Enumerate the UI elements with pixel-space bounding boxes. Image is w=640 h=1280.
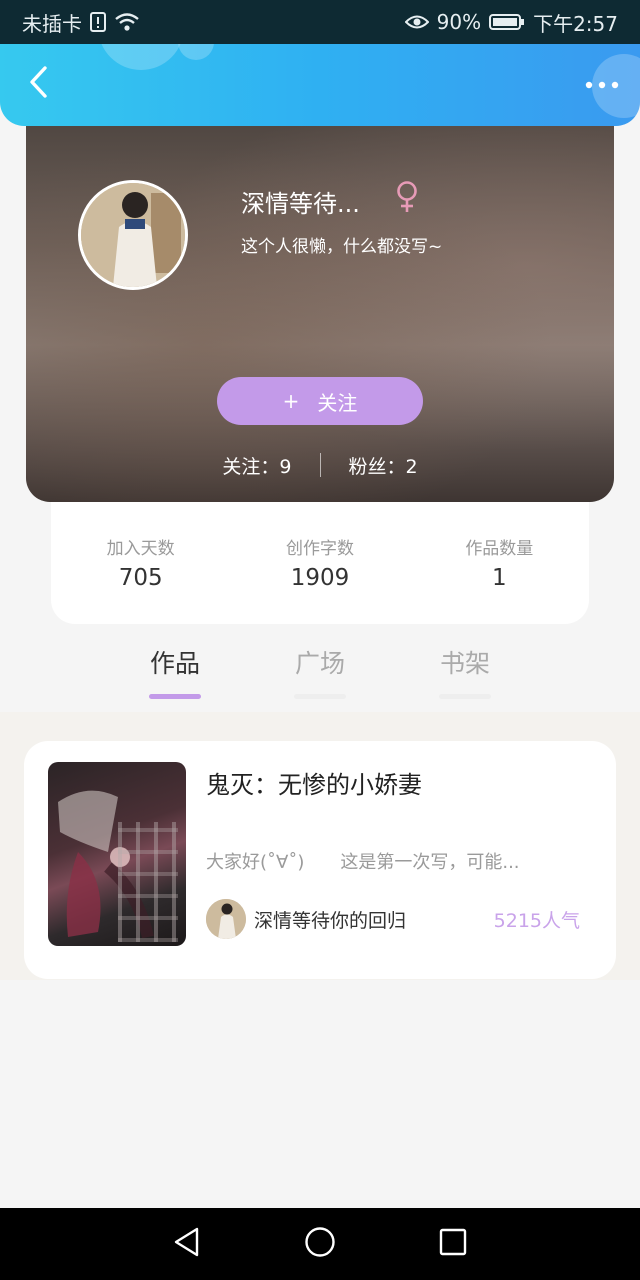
battery-icon — [489, 13, 525, 31]
avatar[interactable] — [78, 180, 188, 290]
bio: 这个人很懒，什么都没写~ — [241, 237, 443, 257]
stat-value: 705 — [118, 564, 163, 591]
clock: 下午2:57 — [533, 11, 618, 36]
popularity-count: 5215人气 — [493, 909, 580, 932]
nav-back-button[interactable] — [157, 1214, 217, 1274]
book-cover[interactable] — [48, 762, 186, 946]
stat-label: 创作字数 — [285, 538, 354, 559]
nav-home-button[interactable] — [290, 1214, 350, 1274]
triangle-back-icon — [172, 1226, 202, 1262]
cover-window-pattern — [118, 822, 178, 942]
stat-value: 1909 — [290, 564, 350, 591]
fans-count[interactable]: 粉丝：2 — [349, 452, 418, 479]
work-description: 大家好(˚∀˚) 这是第一次写，可能... — [206, 852, 520, 873]
tab-indicator — [294, 694, 346, 699]
circle-home-icon — [304, 1226, 336, 1262]
decor-bubble — [98, 44, 184, 70]
more-dots-icon — [585, 74, 619, 93]
follow-label: 关注 — [317, 390, 358, 415]
author-name: 深情等待你的回归 — [254, 909, 407, 932]
stat-works-count: 作品数量 1 — [429, 534, 569, 591]
tab-bookshelf[interactable]: 书架 — [425, 644, 505, 699]
stat-value: 1 — [491, 564, 507, 591]
stat-join-days: 加入天数 705 — [71, 534, 211, 591]
follow-button[interactable]: + 关注 — [217, 377, 423, 425]
work-title[interactable]: 鬼灭：无惨的小娇妻 — [206, 765, 422, 800]
profile-card: 深情等待... 这个人很懒，什么都没写~ + 关注 关注：9 粉丝：2 — [26, 110, 614, 502]
battery-percent: 90% — [436, 10, 482, 34]
divider — [319, 453, 321, 477]
following-count[interactable]: 关注：9 — [222, 452, 291, 479]
follow-counts: 关注：9 粉丝：2 — [26, 450, 614, 480]
stat-label: 作品数量 — [465, 538, 534, 559]
nav-recents-button[interactable] — [423, 1214, 483, 1274]
plus-icon: + — [282, 389, 300, 413]
status-bar: 未插卡 90% 下午2:57 — [0, 0, 640, 44]
wifi-icon — [114, 12, 140, 32]
tab-label: 书架 — [439, 649, 490, 678]
stat-label: 加入天数 — [106, 538, 175, 559]
tab-square[interactable]: 广场 — [280, 644, 360, 699]
eye-comfort-icon — [404, 13, 429, 31]
decor-bubble — [178, 44, 214, 60]
nickname: 深情等待... — [241, 190, 360, 218]
tab-indicator — [439, 694, 491, 699]
stat-word-count: 创作字数 1909 — [250, 534, 390, 591]
work-card[interactable]: 鬼灭：无惨的小娇妻 大家好(˚∀˚) 这是第一次写，可能... 深情等待你的回归… — [24, 741, 616, 979]
female-icon — [394, 180, 420, 218]
square-recents-icon — [438, 1227, 468, 1261]
author-avatar[interactable] — [206, 899, 246, 939]
stats-card: 加入天数 705 创作字数 1909 作品数量 1 — [51, 500, 589, 624]
tab-indicator — [149, 694, 201, 699]
tab-label: 作品 — [149, 649, 200, 678]
sim-alert-icon — [90, 12, 106, 32]
more-button[interactable] — [578, 68, 626, 98]
tab-bar: 作品 广场 书架 — [0, 636, 640, 712]
author-row: 深情等待你的回归 5215人气 — [206, 898, 580, 940]
top-header — [0, 44, 640, 126]
tab-label: 广场 — [294, 649, 345, 678]
chevron-left-icon — [27, 65, 49, 103]
back-button[interactable] — [18, 62, 58, 106]
carrier-text: 未插卡 — [22, 11, 82, 36]
tab-works[interactable]: 作品 — [135, 644, 215, 699]
system-nav-bar — [0, 1208, 640, 1280]
